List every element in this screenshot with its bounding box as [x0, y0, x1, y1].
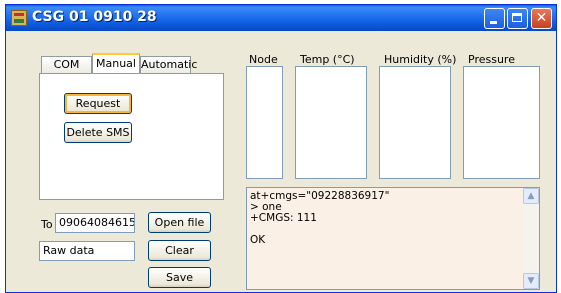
- delete-sms-button[interactable]: Delete SMS: [64, 122, 132, 143]
- maximize-icon: [512, 13, 522, 22]
- temp-list[interactable]: [295, 66, 367, 179]
- pressure-list[interactable]: [463, 66, 540, 179]
- tab-automatic[interactable]: Automatic: [140, 56, 197, 73]
- clear-button[interactable]: Clear: [148, 240, 211, 261]
- manual-tab-panel: Request Delete SMS: [39, 73, 224, 200]
- log-content: at+cmgs="09228836917" > one +CMGS: 111 O…: [250, 191, 389, 246]
- minimize-button[interactable]: [484, 8, 505, 29]
- temp-label: Temp (°C): [300, 53, 355, 66]
- node-label: Node: [249, 53, 278, 66]
- humidity-list[interactable]: [379, 66, 451, 179]
- node-list[interactable]: [246, 66, 283, 179]
- tab-com-port[interactable]: COM Port: [41, 56, 92, 87]
- tab-manual[interactable]: Manual: [92, 53, 140, 73]
- close-icon: ✕: [535, 10, 548, 26]
- modem-log-textarea[interactable]: at+cmgs="09228836917" > one +CMGS: 111 O…: [246, 187, 540, 290]
- phone-number-input[interactable]: 09064084615: [55, 213, 135, 233]
- log-line: OK: [250, 234, 266, 246]
- humidity-label: Humidity (%): [384, 53, 457, 66]
- scroll-up-icon[interactable]: ▲: [523, 188, 539, 204]
- open-file-button[interactable]: Open file: [148, 212, 211, 233]
- title-bar[interactable]: CSG 01 0910 28 ✕: [6, 5, 556, 31]
- app-icon[interactable]: [11, 10, 27, 26]
- app-window: CSG 01 0910 28 ✕ COM Port Manual Automat…: [5, 4, 557, 293]
- scroll-down-icon[interactable]: ▼: [523, 273, 539, 289]
- save-button[interactable]: Save: [148, 267, 211, 288]
- raw-data-input[interactable]: Raw data: [39, 241, 135, 261]
- log-scrollbar[interactable]: ▲ ▼: [523, 188, 539, 289]
- log-line: +CMGS: 111: [250, 212, 317, 224]
- to-label: To: [41, 218, 53, 231]
- maximize-button[interactable]: [507, 8, 528, 29]
- minimize-icon: [490, 21, 497, 24]
- pressure-label: Pressure: [468, 53, 515, 66]
- window-title: CSG 01 0910 28: [32, 9, 157, 25]
- request-button[interactable]: Request: [64, 93, 132, 114]
- close-button[interactable]: ✕: [531, 8, 552, 29]
